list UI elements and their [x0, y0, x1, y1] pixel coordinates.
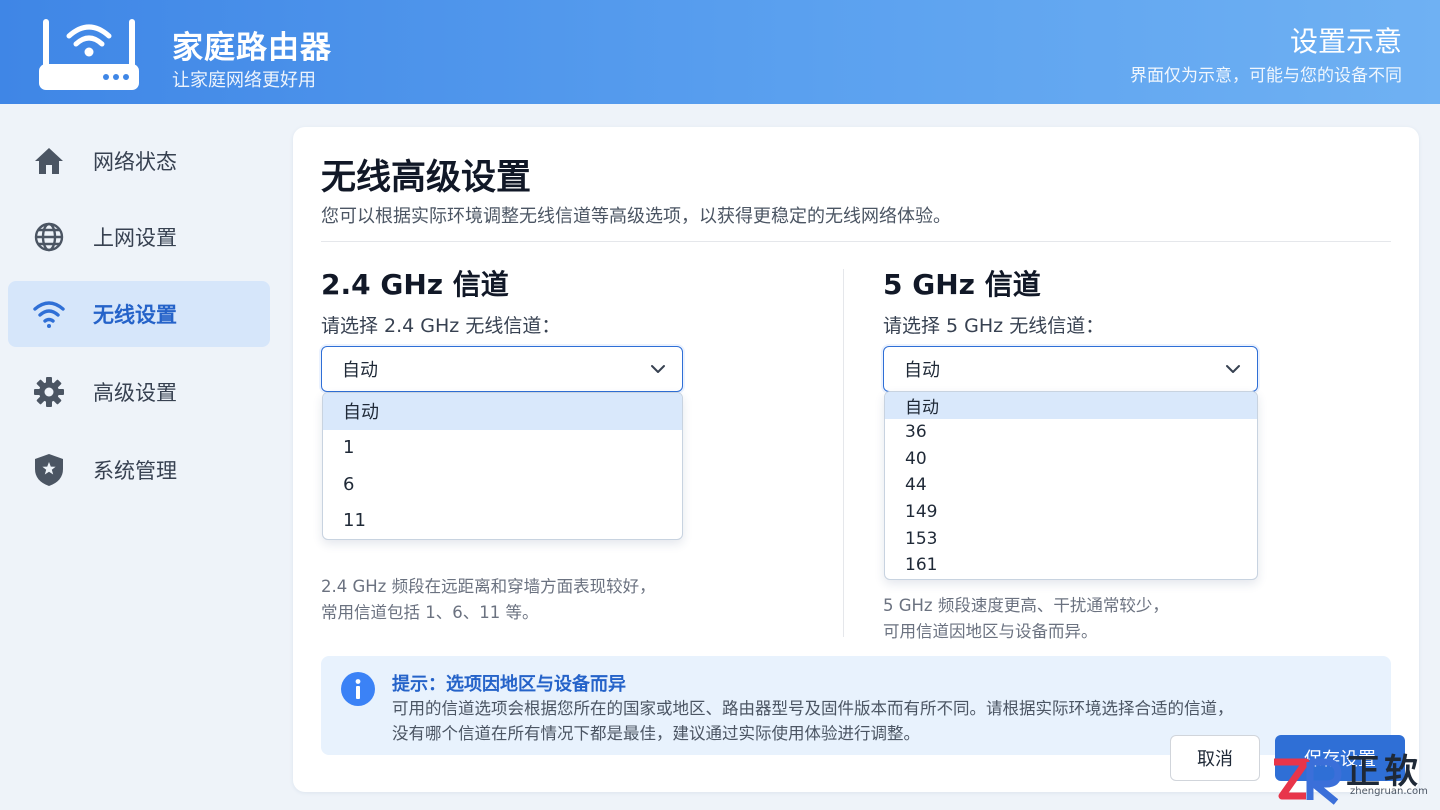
band5-channel-dropdown: 自动 36 40 44 149 153 161	[884, 391, 1258, 580]
band5-note-line: 5 GHz 频段速度更高、干扰通常较少，	[883, 596, 1169, 615]
globe-icon	[32, 220, 66, 254]
band24-title: 2.4 GHz 信道	[321, 268, 509, 301]
sidebar-item-label: 上网设置	[93, 226, 177, 250]
band24-selected-value: 自动	[342, 360, 378, 381]
wifi-icon	[32, 297, 66, 331]
info-icon	[341, 672, 375, 706]
dropdown-option[interactable]: 自动	[885, 392, 1257, 419]
tip-text: 可用的信道选项会根据您所在的国家或地区、路由器型号及固件版本而有所不同。请根据实…	[392, 696, 1234, 746]
sidebar-item-network-status[interactable]: 网络状态	[8, 128, 270, 194]
sidebar-item-label: 系统管理	[93, 459, 177, 483]
band24-channel-select[interactable]: 自动	[321, 346, 683, 392]
page-title: 无线高级设置	[321, 158, 532, 198]
shield-icon	[32, 453, 66, 487]
dropdown-option[interactable]: 36	[885, 419, 1257, 446]
sidebar-item-wireless-settings[interactable]: 无线设置	[8, 281, 270, 347]
main-card: 无线高级设置 您可以根据实际环境调整无线信道等高级选项，以获得更稳定的无线网络体…	[293, 127, 1419, 792]
sidebar-item-system-management[interactable]: 系统管理	[8, 437, 270, 503]
band24-note-line: 2.4 GHz 频段在远距离和穿墙方面表现较好，	[321, 577, 656, 596]
band24-note-line: 常用信道包括 1、6、11 等。	[321, 603, 539, 622]
sidebar-item-label: 高级设置	[93, 381, 177, 405]
brand-subtitle: 让家庭网络更好用	[172, 70, 316, 91]
tip-text-line: 可用的信道选项会根据您所在的国家或地区、路由器型号及固件版本而有所不同。请根据实…	[392, 699, 1234, 718]
dropdown-option[interactable]: 161	[885, 552, 1257, 579]
page-description: 您可以根据实际环境调整无线信道等高级选项，以获得更稳定的无线网络体验。	[321, 206, 951, 227]
sidebar-item-label: 网络状态	[93, 150, 177, 174]
watermark-url: zhengruan.com	[1350, 786, 1428, 797]
band5-title: 5 GHz 信道	[883, 268, 1041, 301]
chevron-down-icon	[651, 365, 665, 373]
dropdown-option[interactable]: 153	[885, 525, 1257, 552]
sidebar-item-internet-settings[interactable]: 上网设置	[8, 204, 270, 270]
sidebar: 网络状态 上网设置 无线设置 高级设置 系统管理	[0, 104, 278, 810]
band24-note: 2.4 GHz 频段在远距离和穿墙方面表现较好， 常用信道包括 1、6、11 等…	[321, 574, 656, 626]
divider	[321, 241, 1391, 242]
band24-channel-dropdown: 自动 1 6 11	[322, 392, 683, 540]
home-icon	[32, 144, 66, 178]
dropdown-option[interactable]: 1	[323, 430, 682, 467]
band5-selected-value: 自动	[904, 360, 940, 381]
dropdown-option[interactable]: 44	[885, 472, 1257, 499]
column-divider	[843, 269, 844, 637]
tip-title: 提示：选项因地区与设备而异	[392, 674, 626, 695]
dropdown-option[interactable]: 11	[323, 503, 682, 540]
band5-label: 请选择 5 GHz 无线信道：	[883, 315, 1105, 337]
dropdown-option[interactable]: 自动	[323, 393, 682, 430]
band5-note: 5 GHz 频段速度更高、干扰通常较少， 可用信道因地区与设备而异。	[883, 593, 1169, 645]
demo-title: 设置示意	[1289, 25, 1402, 58]
dropdown-option[interactable]: 40	[885, 445, 1257, 472]
chevron-down-icon	[1226, 365, 1240, 373]
band5-channel-select[interactable]: 自动	[883, 346, 1258, 392]
demo-subtitle: 界面仅为示意，可能与您的设备不同	[1130, 66, 1402, 86]
dropdown-option[interactable]: 6	[323, 466, 682, 503]
router-logo-icon	[39, 19, 139, 90]
sidebar-item-label: 无线设置	[93, 303, 177, 327]
sidebar-item-advanced-settings[interactable]: 高级设置	[8, 359, 270, 425]
gear-icon	[32, 375, 66, 409]
tip-text-line: 没有哪个信道在所有情况下都是最佳，建议通过实际使用体验进行调整。	[392, 724, 920, 743]
cancel-button[interactable]: 取消	[1170, 735, 1260, 781]
dropdown-option[interactable]: 149	[885, 499, 1257, 526]
band5-note-line: 可用信道因地区与设备而异。	[883, 622, 1098, 641]
app-header: 家庭路由器 让家庭网络更好用 设置示意 界面仅为示意，可能与您的设备不同	[0, 0, 1440, 104]
band24-label: 请选择 2.4 GHz 无线信道：	[321, 315, 561, 337]
brand-title: 家庭路由器	[172, 30, 332, 66]
